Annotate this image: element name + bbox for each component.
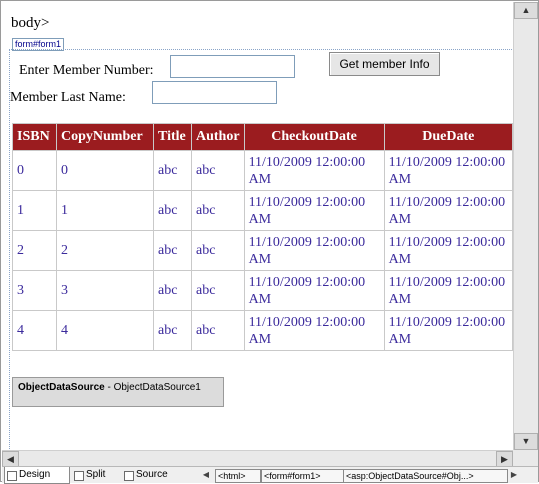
tab-source[interactable]: Source — [122, 467, 186, 483]
cell-copynumber: 1 — [56, 190, 154, 231]
cell-checkoutdate: 11/10/2009 12:00:00 AM — [243, 150, 385, 191]
split-view-icon — [74, 471, 84, 481]
header-duedate: DueDate — [383, 123, 513, 151]
cell-author: abc — [191, 270, 245, 311]
cell-duedate: 11/10/2009 12:00:00 AM — [383, 310, 513, 351]
cell-copynumber: 4 — [56, 310, 154, 351]
table-row: 4 4 abc abc 11/10/2009 12:00:00 AM 11/10… — [12, 310, 513, 351]
cell-copynumber: 3 — [56, 270, 154, 311]
cell-duedate: 11/10/2009 12:00:00 AM — [383, 150, 513, 191]
scroll-up-arrow-icon[interactable]: ▲ — [514, 2, 538, 19]
cell-author: abc — [191, 150, 245, 191]
cell-checkoutdate: 11/10/2009 12:00:00 AM — [243, 230, 385, 271]
tab-design-label: Design — [19, 469, 51, 480]
design-surface[interactable]: body> form#form1 Enter Member Number: Ge… — [2, 2, 513, 450]
member-number-label: Enter Member Number: — [19, 63, 154, 78]
get-member-info-button[interactable]: Get member Info — [329, 52, 440, 76]
design-view-icon — [7, 471, 17, 481]
breadcrumb-prev-icon[interactable]: ◀ — [202, 469, 210, 481]
header-checkoutdate: CheckoutDate — [243, 123, 385, 151]
scroll-right-arrow-icon[interactable]: ▶ — [496, 451, 513, 467]
scroll-corner — [513, 450, 538, 466]
scroll-left-arrow-icon[interactable]: ◀ — [2, 451, 19, 467]
tab-source-label: Source — [136, 469, 168, 480]
object-data-source-control[interactable]: ObjectDataSource - ObjectDataSource1 — [12, 377, 224, 407]
grid-header-row: ISBN CopyNumber Title Author CheckoutDat… — [12, 123, 513, 151]
cell-isbn: 1 — [12, 190, 57, 231]
cell-copynumber: 2 — [56, 230, 154, 271]
cell-checkoutdate: 11/10/2009 12:00:00 AM — [243, 310, 385, 351]
table-row: 1 1 abc abc 11/10/2009 12:00:00 AM 11/10… — [12, 190, 513, 231]
header-title: Title — [153, 123, 192, 151]
cell-isbn: 3 — [12, 270, 57, 311]
cell-checkoutdate: 11/10/2009 12:00:00 AM — [243, 270, 385, 311]
vertical-scrollbar[interactable]: ▲ ▼ — [513, 2, 538, 450]
tab-design[interactable]: Design — [4, 467, 70, 484]
cell-duedate: 11/10/2009 12:00:00 AM — [383, 230, 513, 271]
horizontal-scrollbar[interactable]: ◀ ▶ — [2, 450, 513, 467]
last-name-label: Member Last Name: — [10, 90, 126, 105]
table-row: 2 2 abc abc 11/10/2009 12:00:00 AM 11/10… — [12, 230, 513, 271]
cell-author: abc — [191, 190, 245, 231]
cell-title: abc — [153, 270, 192, 311]
member-number-input[interactable] — [170, 55, 295, 78]
cell-copynumber: 0 — [56, 150, 154, 191]
scroll-down-arrow-icon[interactable]: ▼ — [514, 433, 538, 450]
breadcrumb-objectdatasource[interactable]: <asp:ObjectDataSource#Obj...> — [343, 469, 508, 483]
header-author: Author — [191, 123, 245, 151]
cell-duedate: 11/10/2009 12:00:00 AM — [383, 270, 513, 311]
ods-name: ObjectDataSource1 — [113, 382, 201, 393]
cell-duedate: 11/10/2009 12:00:00 AM — [383, 190, 513, 231]
designer-window: body> form#form1 Enter Member Number: Ge… — [0, 0, 539, 484]
table-row: 3 3 abc abc 11/10/2009 12:00:00 AM 11/10… — [12, 270, 513, 311]
header-isbn: ISBN — [12, 123, 57, 151]
tab-split[interactable]: Split — [72, 467, 122, 483]
body-tag-label: body> — [11, 15, 50, 31]
cell-author: abc — [191, 310, 245, 351]
cell-isbn: 2 — [12, 230, 57, 271]
cell-isbn: 0 — [12, 150, 57, 191]
breadcrumb-html[interactable]: <html> — [215, 469, 261, 483]
source-view-icon — [124, 471, 134, 481]
tab-split-label: Split — [86, 469, 106, 480]
cell-checkoutdate: 11/10/2009 12:00:00 AM — [243, 190, 385, 231]
cell-title: abc — [153, 310, 192, 351]
cell-isbn: 4 — [12, 310, 57, 351]
view-status-bar: Design Split Source ◀ <html> <form#form1… — [2, 466, 538, 484]
member-books-grid[interactable]: ISBN CopyNumber Title Author CheckoutDat… — [12, 123, 513, 351]
breadcrumb-form[interactable]: <form#form1> — [261, 469, 344, 483]
ods-type: ObjectDataSource — [18, 382, 105, 393]
last-name-input[interactable] — [152, 81, 277, 104]
breadcrumb-next-icon[interactable]: ▶ — [510, 469, 518, 481]
table-row: 0 0 abc abc 11/10/2009 12:00:00 AM 11/10… — [12, 150, 513, 191]
cell-title: abc — [153, 190, 192, 231]
header-copynumber: CopyNumber — [56, 123, 154, 151]
cell-title: abc — [153, 150, 192, 191]
cell-author: abc — [191, 230, 245, 271]
cell-title: abc — [153, 230, 192, 271]
